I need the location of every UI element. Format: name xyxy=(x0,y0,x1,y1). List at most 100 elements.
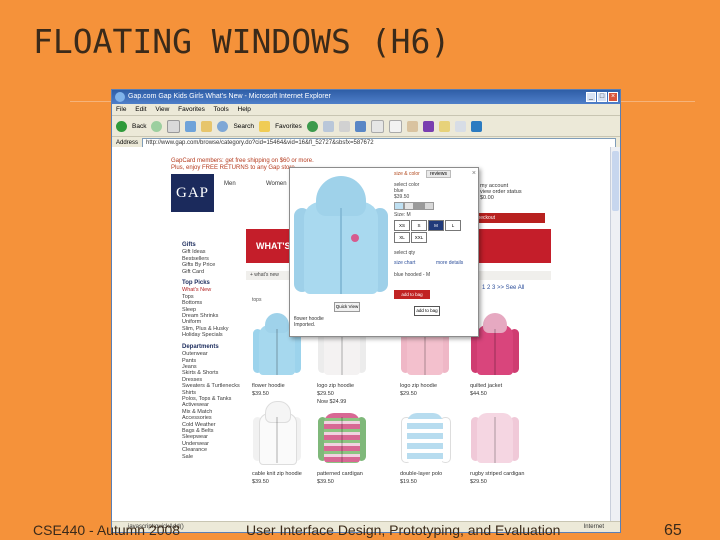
polo-image[interactable] xyxy=(400,401,451,469)
product-price: $39.50 xyxy=(252,479,269,486)
sidebar-item[interactable]: Gift Card xyxy=(182,269,242,275)
checkout-button[interactable]: checkout xyxy=(472,213,545,223)
maximize-icon[interactable]: □ xyxy=(597,92,607,102)
menu-tools[interactable]: Tools xyxy=(214,106,229,113)
color-swatch[interactable] xyxy=(394,202,404,210)
size-chart-link[interactable]: size chart xyxy=(394,260,415,266)
sidebar-heading-top-picks: Top Picks xyxy=(182,280,210,287)
tab-reviews[interactable]: reviews xyxy=(426,170,451,178)
slide-title: FLOATING WINDOWS (H6) xyxy=(33,22,451,61)
size-option[interactable]: XL xyxy=(394,232,410,243)
quick-add-button[interactable]: add to bag xyxy=(414,306,440,316)
color-swatch[interactable] xyxy=(404,202,414,210)
nav-women[interactable]: Women xyxy=(266,181,287,187)
size-option-selected[interactable]: M xyxy=(428,220,444,231)
product-price: $39.50 xyxy=(317,479,334,486)
size-option[interactable]: XS xyxy=(394,220,410,231)
menu-edit[interactable]: Edit xyxy=(135,106,146,113)
bag-total: $0.00 xyxy=(480,195,494,201)
discuss-icon[interactable] xyxy=(370,119,384,133)
forward-arrow-icon[interactable] xyxy=(151,120,163,132)
folder-icon[interactable] xyxy=(438,120,450,132)
bluetooth-icon[interactable] xyxy=(470,120,482,132)
close-icon[interactable]: × xyxy=(608,92,618,102)
edit-icon[interactable] xyxy=(354,120,366,132)
close-icon[interactable]: × xyxy=(472,170,476,177)
product-card[interactable]: patterned cardigan $39.50 xyxy=(317,401,375,485)
description-sub: Imported. xyxy=(294,322,316,328)
footer-course: CSE440 - Autumn 2008 xyxy=(33,522,181,538)
product-name[interactable]: patterned cardigan xyxy=(317,471,375,477)
media-icon[interactable] xyxy=(306,120,318,132)
size-option[interactable]: L xyxy=(445,220,461,231)
size-option[interactable]: XXL xyxy=(411,232,427,243)
sidebar-item[interactable]: Holiday Specials xyxy=(182,332,242,338)
product-price: $29.50 xyxy=(470,479,487,486)
scroll-thumb[interactable] xyxy=(612,151,619,211)
product-name[interactable]: flower hoodie xyxy=(252,383,310,389)
refresh-icon[interactable] xyxy=(185,120,197,132)
cardigan-image[interactable] xyxy=(470,401,520,469)
quick-view-button[interactable]: Quick View xyxy=(334,302,360,312)
window-title: Gap.com Gap Kids Girls What's New - Micr… xyxy=(128,93,331,100)
product-description: flower hoodie Imported. xyxy=(294,316,324,328)
favorites-button[interactable]: Favorites xyxy=(275,123,302,130)
more-details-link[interactable]: more details xyxy=(436,260,463,266)
menu-bar: File Edit View Favorites Tools Help xyxy=(112,104,620,116)
product-name[interactable]: logo zip hoodie xyxy=(317,383,375,389)
back-arrow-icon[interactable] xyxy=(116,120,127,132)
add-to-bag-button[interactable]: add to bag xyxy=(394,290,430,299)
menu-help[interactable]: Help xyxy=(238,106,251,113)
menu-favorites[interactable]: Favorites xyxy=(178,106,205,113)
search-icon[interactable] xyxy=(217,120,229,132)
product-name[interactable]: quilted jacket xyxy=(470,383,528,389)
menu-file[interactable]: File xyxy=(116,106,126,113)
print-icon[interactable] xyxy=(338,120,350,132)
nav-men[interactable]: Men xyxy=(224,181,236,187)
promo-line-1: GapCard members: get free shipping on $6… xyxy=(171,158,314,164)
research-icon[interactable] xyxy=(388,119,402,133)
product-name[interactable]: rugby striped cardigan xyxy=(470,471,528,477)
product-name[interactable]: logo zip hoodie xyxy=(400,383,458,389)
yahoo-icon[interactable] xyxy=(422,120,434,132)
hoodie-image[interactable] xyxy=(252,401,302,469)
search-button[interactable]: Search xyxy=(233,123,254,130)
color-swatch[interactable] xyxy=(414,202,424,210)
product-card[interactable]: double-layer polo $19.50 xyxy=(400,401,458,485)
sidebar-item[interactable]: Sweaters & Turtlenecks xyxy=(182,383,242,389)
product-name[interactable]: cable knit zip hoodie xyxy=(252,471,310,477)
product-name[interactable]: double-layer polo xyxy=(400,471,458,477)
tab-size-color[interactable]: size & color xyxy=(394,171,420,177)
ie-icon xyxy=(115,92,125,102)
mail-icon[interactable] xyxy=(322,120,334,132)
messenger-icon[interactable] xyxy=(406,120,418,132)
pagination[interactable]: 1 2 3 >> See All xyxy=(482,285,524,291)
window-icon[interactable] xyxy=(454,120,466,132)
menu-view[interactable]: View xyxy=(155,106,169,113)
sidebar-heading-gifts: Gifts xyxy=(182,242,196,248)
favorites-star-icon[interactable] xyxy=(259,120,271,132)
popup-price: $39.50 xyxy=(394,194,410,200)
home-icon[interactable] xyxy=(201,120,213,132)
cardigan-image[interactable] xyxy=(317,401,367,469)
product-price: $44.50 xyxy=(470,391,487,398)
product-card[interactable]: cable knit zip hoodie $39.50 xyxy=(252,401,310,485)
selection-summary: blue hooded - M xyxy=(394,272,431,278)
browser-window: Gap.com Gap Kids Girls What's New - Micr… xyxy=(111,89,621,533)
sidebar-item[interactable]: Sale xyxy=(182,454,242,460)
gap-logo[interactable]: GAP xyxy=(171,174,214,212)
title-bar: Gap.com Gap Kids Girls What's New - Micr… xyxy=(112,90,620,104)
color-swatch[interactable] xyxy=(424,202,434,210)
sidebar-heading-departments: Departments xyxy=(182,343,219,350)
my-account[interactable]: my account view order status $0.00 xyxy=(480,183,522,201)
vertical-scrollbar[interactable] xyxy=(610,147,620,522)
product-card[interactable]: rugby striped cardigan $29.50 xyxy=(470,401,528,485)
back-button[interactable]: Back xyxy=(132,123,146,130)
select-qty-label: select qty xyxy=(394,250,416,256)
size-option[interactable]: S xyxy=(411,220,427,231)
product-price: $29.50 xyxy=(400,391,417,398)
minimize-icon[interactable]: _ xyxy=(586,92,596,102)
page-number: 65 xyxy=(664,522,682,539)
stop-icon[interactable] xyxy=(167,119,181,133)
toolbar: Back Search Favorites xyxy=(112,116,620,137)
